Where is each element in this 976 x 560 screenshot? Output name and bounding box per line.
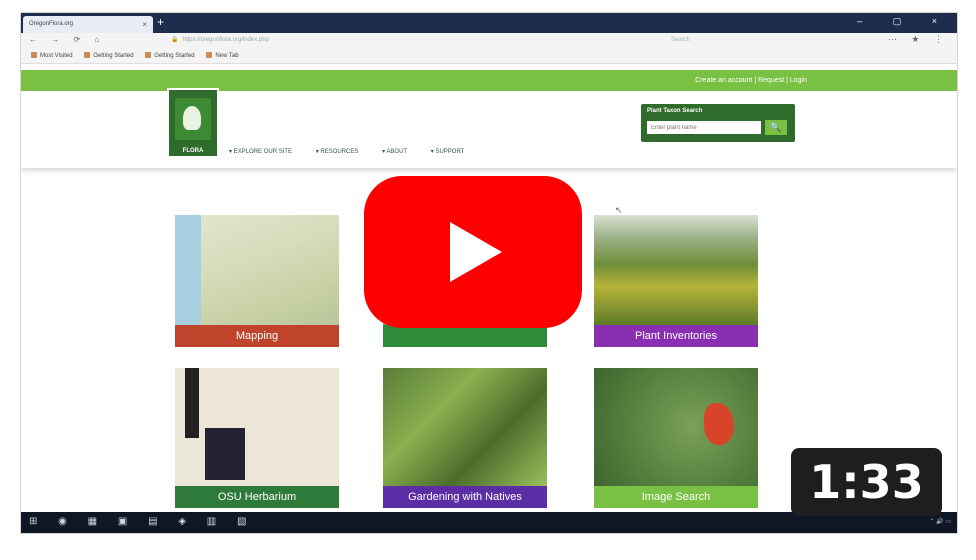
tile-caption [383,325,547,347]
video-duration-badge: 1:33 [791,448,942,516]
browser-search-box[interactable]: Search [671,35,831,46]
tile-caption: Plant Inventories [594,325,758,347]
tile-gardening-with-natives[interactable]: Gardening with Natives [383,368,547,508]
map-image [175,215,339,325]
search-icon[interactable]: 🔍 [765,120,787,135]
address-bar[interactable]: 🔒 https://oregonflora.org/index.php [171,35,571,46]
tile-caption: Mapping [175,325,339,347]
nav-buttons-icon[interactable]: ← → ⟳ ⌂ [29,35,105,44]
bookmark-item[interactable]: Getting Started [145,52,195,59]
taskbar-app-icons[interactable]: ⊞ ◉ ▦ ▣ ▤ ◈ ▥ ▧ [29,516,255,527]
tile-mapping[interactable]: Mapping [175,215,339,347]
browser-tab-strip: OregonFlora.org × + – ▢ × [21,13,957,33]
nav-about[interactable]: ▾ ABOUT [382,149,407,155]
tile-caption: Gardening with Natives [383,486,547,508]
browser-tab[interactable]: OregonFlora.org × [23,16,153,33]
bookmark-item[interactable]: New Tab [206,52,239,59]
plant-search-input[interactable] [647,121,761,134]
tile-caption: Image Search [594,486,758,508]
herbarium-specimen-image [175,368,339,486]
logo-emblem-icon [175,98,211,140]
close-tab-icon[interactable]: × [142,16,147,33]
browser-navbar: ← → ⟳ ⌂ 🔒 https://oregonflora.org/index.p… [21,33,957,49]
account-links[interactable]: Create an account | Request | Login [695,70,807,91]
flower-blossom [704,403,734,445]
toolbar-icons[interactable]: ⋯ ★ ⋮ [888,34,949,45]
garden-image [383,368,547,486]
bookmark-icon [145,52,152,59]
map-coast [175,215,201,325]
bookmark-icon [31,52,37,59]
plant-search-label: Plant Taxon Search [647,108,703,114]
system-tray-icons[interactable]: ⌃ 🔊 ▭ [929,518,951,525]
flower-image [594,368,758,486]
specimen-ruler [185,368,199,438]
youtube-play-button[interactable] [364,176,582,328]
meadow-image [594,215,758,325]
play-icon [450,222,502,282]
nav-support[interactable]: ▾ SUPPORT [431,149,465,155]
url-text: https://oregonflora.org/index.php [182,37,269,43]
bookmark-item[interactable]: Getting Started [84,52,134,59]
tab-title: OregonFlora.org [29,21,74,27]
tile-image-search[interactable]: Image Search [594,368,758,508]
account-bar: Create an account | Request | Login [21,70,957,91]
site-header: Create an account | Request | Login FLOR… [21,64,957,168]
bookmark-icon [206,52,213,59]
plant-search-box: Plant Taxon Search 🔍 [641,104,795,142]
main-nav: ▾ EXPLORE OUR SITE ▾ RESOURCES ▾ ABOUT ▾… [229,148,486,155]
tile-osu-herbarium[interactable]: OSU Herbarium [175,368,339,508]
tile-caption: OSU Herbarium [175,486,339,508]
bookmarks-bar: Most Visited Getting Started Getting Sta… [21,49,957,64]
lock-icon: 🔒 [171,37,179,43]
nav-explore[interactable]: ▾ EXPLORE OUR SITE [229,149,292,155]
color-chart [205,428,245,480]
logo-word: FLORA [182,148,204,154]
window-controls[interactable]: – ▢ × [857,16,951,27]
nav-resources[interactable]: ▾ RESOURCES [316,149,359,155]
bookmark-icon [84,52,91,59]
site-logo[interactable]: FLORA [167,88,219,158]
new-tab-icon[interactable]: + [157,16,169,28]
tile-plant-inventories[interactable]: Plant Inventories [594,215,758,347]
bookmark-item[interactable]: Most Visited [31,52,73,59]
